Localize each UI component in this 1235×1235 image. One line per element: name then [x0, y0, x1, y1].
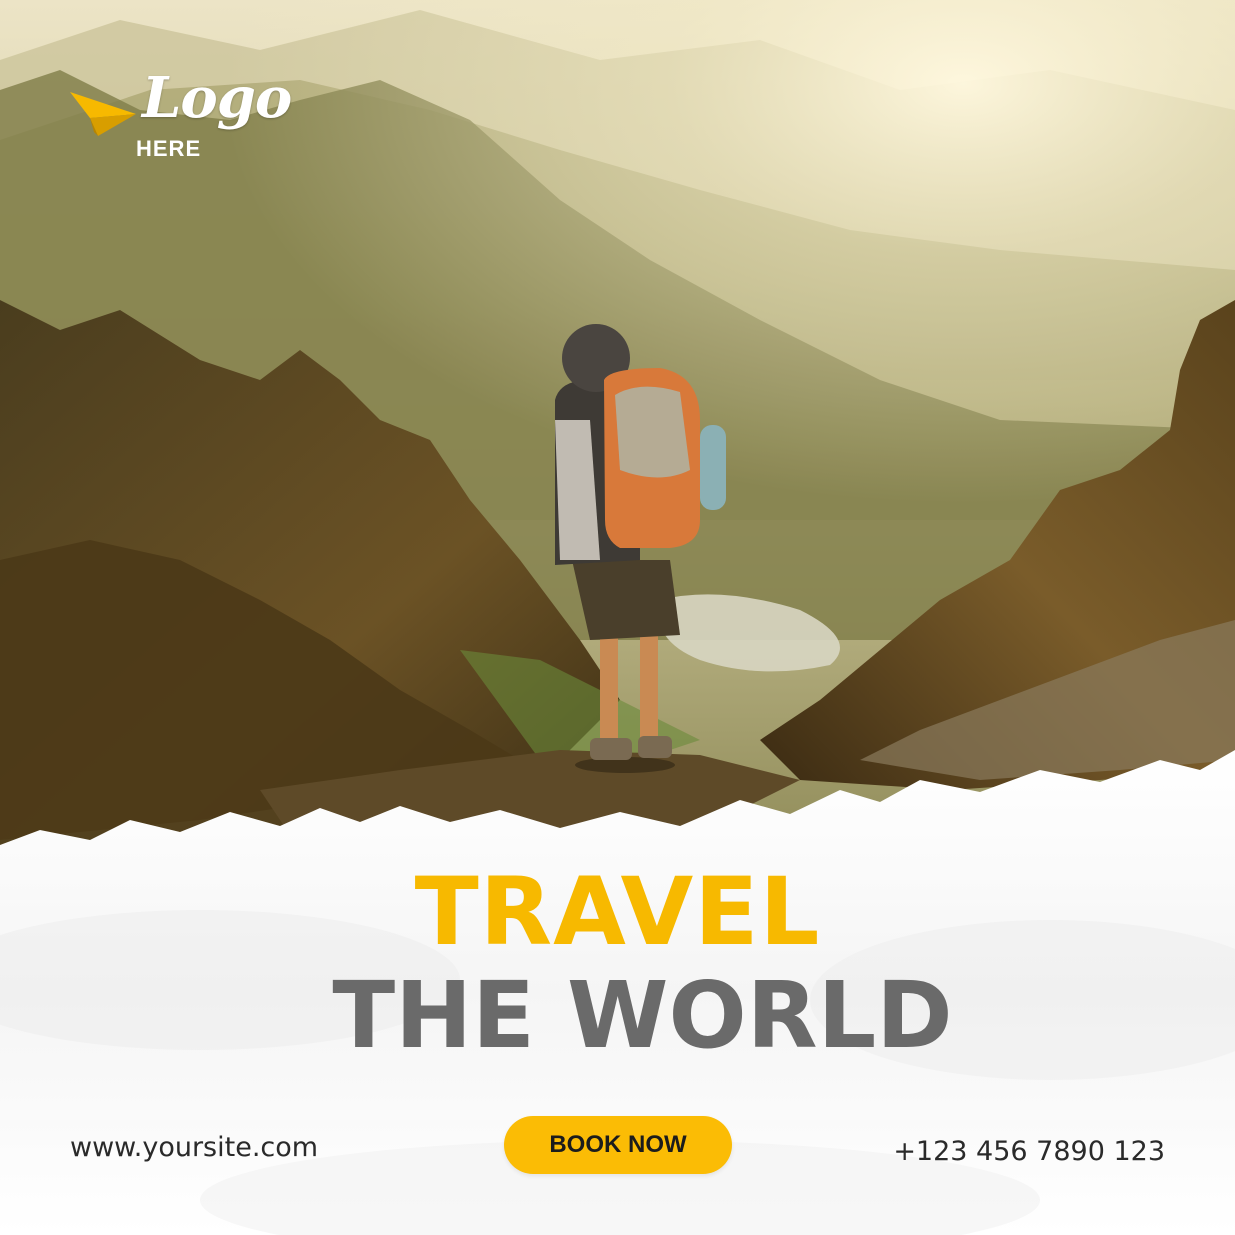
logo-script-text: Logo — [142, 65, 292, 131]
logo-here-text: HERE — [136, 136, 202, 161]
brand-logo[interactable]: Logo HERE — [68, 70, 292, 170]
website-link[interactable]: www.yoursite.com — [70, 1132, 318, 1163]
headline-the-world: THE WORLD — [332, 962, 953, 1069]
phone-number[interactable]: +123 456 7890 123 — [893, 1136, 1165, 1167]
travel-poster: Logo HERE TRAVEL THE WORLD www.yoursite.… — [0, 0, 1235, 1235]
paper-plane-icon — [70, 92, 136, 136]
headline-travel: TRAVEL — [414, 858, 821, 967]
book-now-button[interactable]: BOOK NOW — [504, 1116, 732, 1174]
